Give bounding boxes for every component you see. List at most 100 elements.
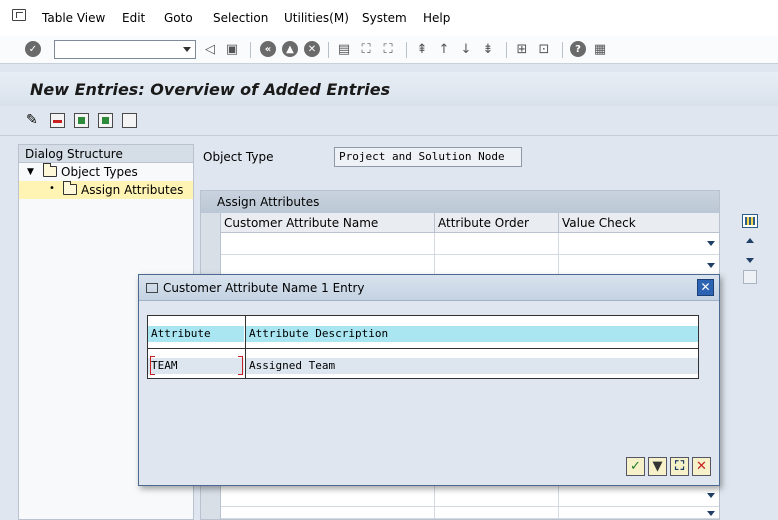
find-next-icon[interactable]: ⛶ — [380, 41, 396, 57]
confirm-button[interactable]: ✓ — [626, 457, 645, 476]
result-description-cell[interactable]: Assigned Team — [246, 358, 698, 374]
enter-icon[interactable]: ✓ — [25, 41, 41, 57]
find-icon[interactable]: ⛶ — [358, 41, 374, 57]
delete-icon[interactable] — [50, 113, 65, 128]
menu-table-view[interactable]: Table View — [42, 11, 105, 25]
dropdown-arrow-icon[interactable] — [707, 241, 715, 246]
filter-button[interactable]: ▼ — [648, 457, 667, 476]
select-block-icon[interactable] — [98, 113, 113, 128]
attribute-order-cell[interactable] — [435, 233, 559, 255]
first-page-icon[interactable]: ⇞ — [414, 41, 430, 57]
popup-title-bar: Customer Attribute Name 1 Entry ✕ — [139, 275, 719, 301]
attribute-order-cell[interactable] — [435, 507, 559, 519]
value-help-popup: Customer Attribute Name 1 Entry ✕ Attrib… — [138, 274, 720, 486]
page-title: New Entries: Overview of Added Entries — [30, 80, 391, 99]
menu-help[interactable]: Help — [423, 11, 450, 25]
popup-result-grid: Attribute Attribute Description TEAM Ass… — [147, 315, 699, 379]
confirm-icon: ✓ — [630, 459, 641, 474]
cancel-icon: ✕ — [696, 459, 707, 474]
tree-item-assign-attributes[interactable]: • Assign Attributes — [19, 181, 193, 199]
layout-menu-icon[interactable]: ▦ — [592, 41, 608, 57]
create-session-icon[interactable]: ⊞ — [514, 41, 530, 57]
column-attribute-description[interactable]: Attribute Description — [246, 326, 698, 342]
tree-item-label: Object Types — [61, 165, 138, 179]
folder-icon — [63, 181, 77, 195]
column-attribute-order[interactable]: Attribute Order — [435, 213, 559, 233]
exit-icon[interactable]: ▲ — [282, 41, 298, 57]
row-selector[interactable] — [201, 485, 221, 507]
attribute-name-cell[interactable] — [221, 233, 435, 255]
scroll-thumb[interactable] — [743, 270, 757, 284]
dropdown-arrow-icon[interactable] — [707, 511, 715, 516]
dropdown-arrow-icon[interactable] — [707, 493, 715, 498]
menu-edit[interactable]: Edit — [122, 11, 145, 25]
tree-item-label: Assign Attributes — [81, 183, 184, 197]
menu-system[interactable]: System — [362, 11, 407, 25]
help-icon[interactable]: ? — [570, 41, 586, 57]
attribute-order-cell[interactable] — [435, 485, 559, 507]
toolbar-separator — [506, 42, 507, 58]
menu-bar: Table View Edit Goto Selection Utilities… — [0, 0, 778, 36]
toolbar-separator — [328, 42, 329, 58]
focus-marker — [150, 356, 155, 375]
table-settings-icon[interactable] — [742, 214, 758, 228]
next-page-icon[interactable]: ↓ — [458, 41, 474, 57]
back-nav-icon[interactable]: « — [260, 41, 276, 57]
shortcut-icon[interactable]: ⊡ — [536, 41, 552, 57]
tree-bullet-icon: • — [49, 183, 55, 194]
column-customer-attribute-name[interactable]: Customer Attribute Name — [221, 213, 435, 233]
toolbar-separator — [406, 42, 407, 58]
command-dropdown-icon[interactable] — [183, 47, 191, 52]
dialog-structure-header: Dialog Structure — [19, 145, 193, 163]
print-icon[interactable]: ▤ — [336, 41, 352, 57]
object-type-label: Object Type — [203, 150, 274, 164]
value-check-cell[interactable] — [559, 507, 719, 519]
popup-title: Customer Attribute Name 1 Entry — [163, 281, 365, 295]
toolbar-separator — [562, 42, 563, 58]
select-all-icon[interactable] — [74, 113, 89, 128]
grid-divider — [148, 348, 698, 349]
title-bar: New Entries: Overview of Added Entries — [0, 72, 778, 106]
attribute-name-cell[interactable] — [221, 507, 435, 519]
menu-utilities[interactable]: Utilities(M) — [284, 11, 349, 25]
result-attribute-cell[interactable]: TEAM — [148, 358, 244, 374]
row-selector[interactable] — [201, 507, 221, 519]
table-header-row: Customer Attribute Name Attribute Order … — [201, 213, 719, 233]
scroll-up-icon[interactable] — [746, 238, 754, 243]
column-attribute[interactable]: Attribute — [148, 326, 244, 342]
last-page-icon[interactable]: ⇟ — [480, 41, 496, 57]
command-field[interactable] — [54, 40, 196, 59]
toolbar-separator — [250, 42, 251, 58]
change-display-icon[interactable]: ✎ — [26, 113, 41, 128]
folder-open-icon — [43, 163, 57, 177]
table-caption: Assign Attributes — [201, 191, 719, 213]
dropdown-arrow-icon[interactable] — [707, 263, 715, 268]
save-icon[interactable]: ▣ — [224, 41, 240, 57]
value-check-cell[interactable] — [559, 233, 719, 255]
column-value-check[interactable]: Value Check — [559, 213, 719, 233]
previous-page-icon[interactable]: ↑ — [436, 41, 452, 57]
scroll-down-icon[interactable] — [746, 258, 754, 263]
select-all-rows-button[interactable] — [201, 213, 221, 233]
menu-selection[interactable]: Selection — [213, 11, 268, 25]
application-toolbar: ✎ — [0, 106, 778, 136]
attribute-name-cell[interactable] — [221, 485, 435, 507]
deselect-all-icon[interactable] — [122, 113, 137, 128]
tree-item-object-types[interactable]: ▼ Object Types — [19, 163, 193, 181]
menu-goto[interactable]: Goto — [164, 11, 193, 25]
object-type-field: Project and Solution Node — [334, 147, 522, 167]
system-menu-icon[interactable] — [12, 9, 26, 21]
cancel-icon[interactable]: ✕ — [304, 41, 320, 57]
focus-marker — [238, 356, 243, 375]
standard-toolbar: ✓ ◁ ▣ « ▲ ✕ ▤ ⛶ ⛶ ⇞ ↑ ↓ ⇟ ⊞ ⊡ ? ▦ — [0, 36, 778, 64]
expand-arrow-icon[interactable]: ▼ — [27, 163, 34, 181]
window-icon — [146, 283, 158, 293]
table-row — [201, 233, 719, 255]
back-icon[interactable]: ◁ — [202, 41, 218, 57]
row-selector[interactable] — [201, 233, 221, 255]
find-button[interactable]: ⛶ — [670, 457, 689, 476]
table-row — [201, 485, 719, 507]
value-check-cell[interactable] — [559, 485, 719, 507]
close-button[interactable]: ✕ — [697, 279, 714, 296]
cancel-button[interactable]: ✕ — [692, 457, 711, 476]
